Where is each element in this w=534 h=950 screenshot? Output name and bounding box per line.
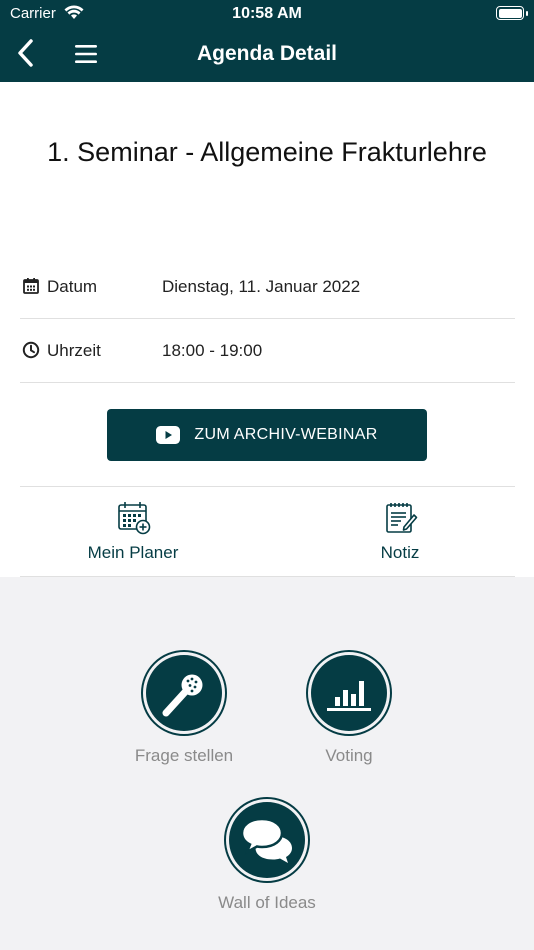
calendar-add-icon (117, 501, 151, 535)
voting-button[interactable]: Voting (279, 650, 419, 780)
time-row: Uhrzeit 18:00 - 19:00 (20, 319, 515, 383)
archive-webinar-button[interactable]: ZUM ARCHIV-WEBINAR (107, 409, 427, 461)
page-title: Agenda Detail (196, 42, 338, 65)
date-value: Dienstag, 11. Januar 2022 (162, 277, 361, 296)
date-label: Datum (47, 277, 98, 296)
note-label: Notiz (380, 543, 420, 562)
my-planner-button[interactable]: Mein Planer (53, 487, 213, 577)
wall-of-ideas-button[interactable]: Wall of Ideas (197, 797, 337, 927)
clock-icon (22, 341, 40, 359)
chat-bubbles-icon (240, 817, 292, 863)
seminar-title: 1. Seminar - Allgemeine Frakturlehre (47, 137, 487, 167)
wall-of-ideas-label: Wall of Ideas (218, 893, 316, 912)
time-label: Uhrzeit (47, 341, 101, 360)
note-button[interactable]: Notiz (320, 487, 480, 577)
ask-question-button[interactable]: Frage stellen (114, 650, 254, 780)
notepad-icon (384, 501, 418, 535)
voting-label: Voting (325, 746, 373, 765)
calendar-icon (22, 277, 40, 295)
youtube-icon (156, 426, 181, 444)
archive-webinar-label: ZUM ARCHIV-WEBINAR (194, 426, 378, 443)
action-row: Mein Planer Notiz (20, 486, 515, 577)
ask-question-label: Frage stellen (134, 746, 234, 765)
bar-chart-icon (327, 681, 371, 711)
nav-bar: Carrier 10:58 AM Agenda Detail (0, 0, 534, 82)
battery-icon (496, 6, 524, 20)
agenda-detail-card: 1. Seminar - Allgemeine Frakturlehre Dat… (0, 82, 534, 577)
my-planner-label: Mein Planer (87, 543, 179, 562)
microphone-icon (162, 674, 203, 717)
status-bar: Carrier 10:58 AM (0, 0, 534, 28)
time-value: 18:00 - 19:00 (162, 341, 263, 360)
date-row: Datum Dienstag, 11. Januar 2022 (20, 255, 515, 319)
status-time: 10:58 AM (232, 5, 302, 22)
